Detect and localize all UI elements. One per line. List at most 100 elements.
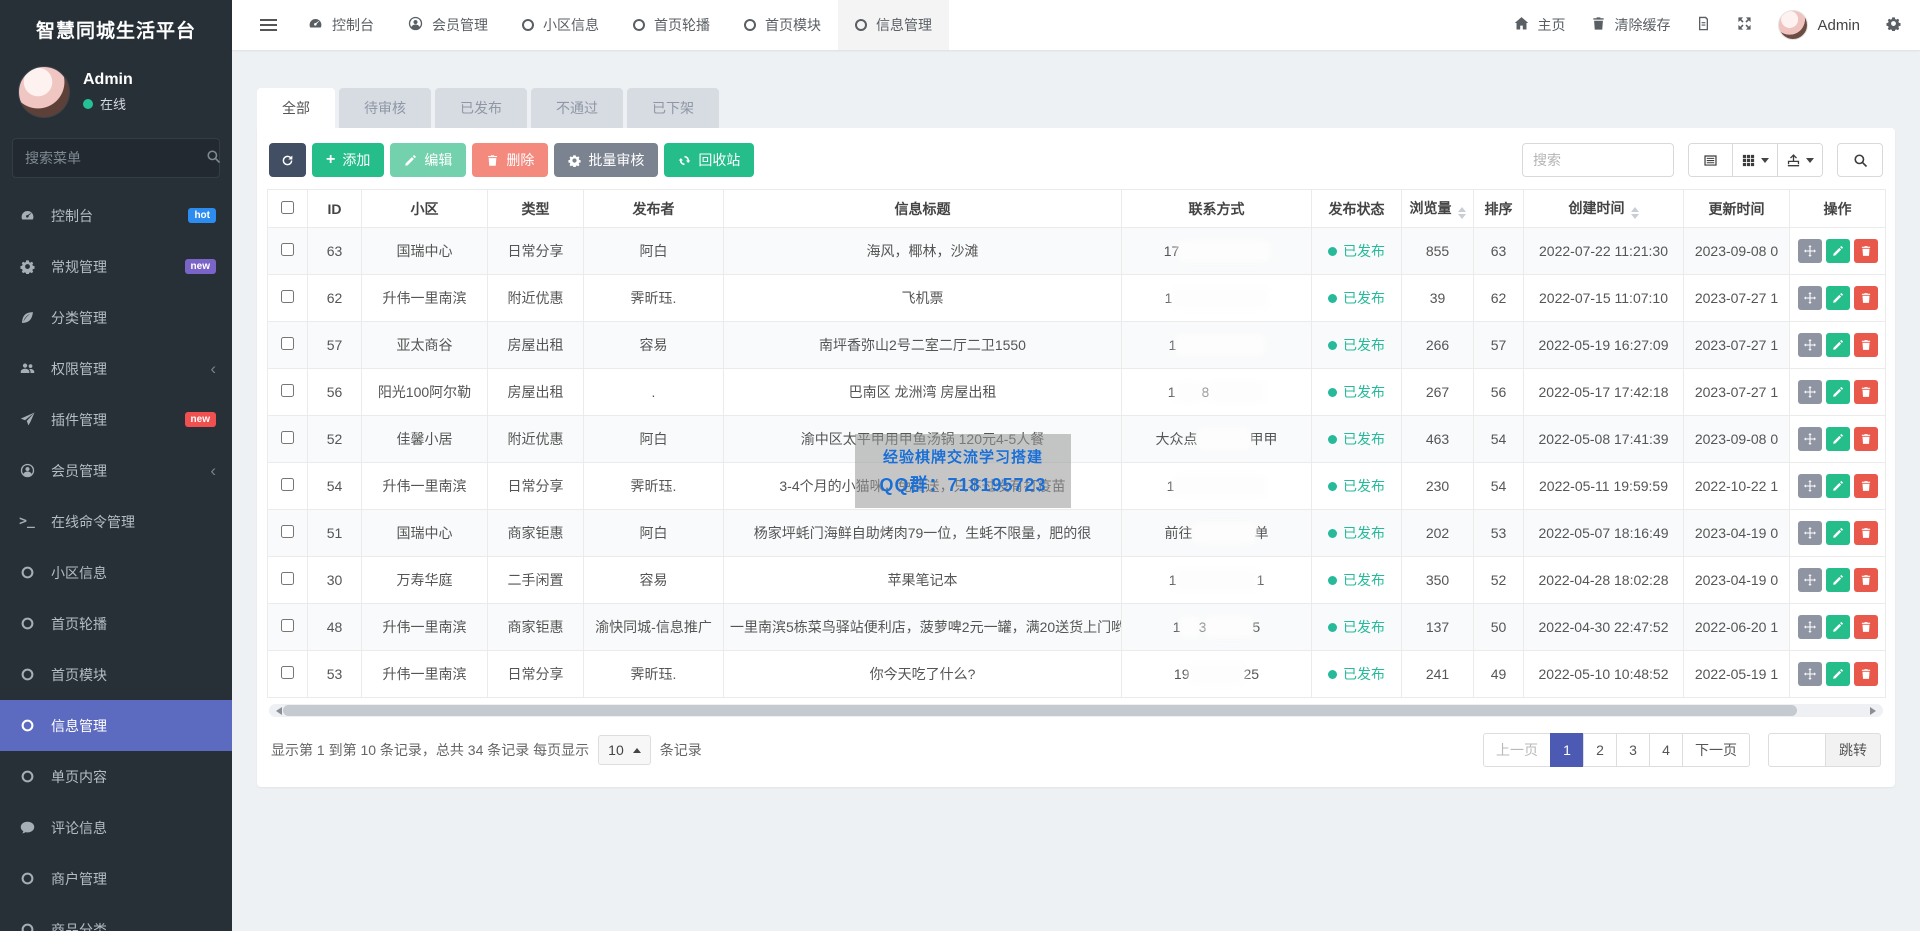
page-button-4[interactable]: 4 <box>1649 733 1683 767</box>
detail-view-button[interactable] <box>1689 144 1733 176</box>
move-button[interactable] <box>1798 286 1822 310</box>
jump-page-input[interactable] <box>1768 733 1826 767</box>
next-page-button[interactable]: 下一页 <box>1682 733 1750 767</box>
edit-row-button[interactable] <box>1826 521 1850 545</box>
delete-row-button[interactable] <box>1854 474 1878 498</box>
row-checkbox[interactable] <box>281 384 294 397</box>
tab-pending[interactable]: 待审核 <box>339 88 431 128</box>
tab-rejected[interactable]: 不通过 <box>531 88 623 128</box>
scroll-right-icon[interactable] <box>1870 707 1880 715</box>
nav-tab-info[interactable]: 信息管理 <box>838 0 949 50</box>
move-button[interactable] <box>1798 427 1822 451</box>
tab-published[interactable]: 已发布 <box>435 88 527 128</box>
batch-audit-button[interactable]: 批量审核 <box>554 143 659 177</box>
delete-row-button[interactable] <box>1854 239 1878 263</box>
move-button[interactable] <box>1798 239 1822 263</box>
scrollbar-thumb[interactable] <box>283 705 1797 716</box>
sidebar-item-merchant[interactable]: 商户管理 <box>0 853 232 904</box>
scroll-left-icon[interactable] <box>272 707 282 715</box>
nav-tab-module[interactable]: 首页模块 <box>727 0 838 50</box>
sidebar-item-console[interactable]: 控制台 hot <box>0 190 232 241</box>
select-all-checkbox[interactable] <box>281 200 294 214</box>
delete-row-button[interactable] <box>1854 521 1878 545</box>
sidebar-item-permission[interactable]: 权限管理 ‹ <box>0 343 232 394</box>
sidebar-item-banner[interactable]: 首页轮播 <box>0 598 232 649</box>
sidebar-item-community[interactable]: 小区信息 <box>0 547 232 598</box>
search-button[interactable] <box>1837 143 1883 177</box>
edit-row-button[interactable] <box>1826 662 1850 686</box>
log-button[interactable] <box>1683 0 1724 50</box>
row-checkbox[interactable] <box>281 290 294 303</box>
sort-toggle[interactable] <box>1457 207 1466 219</box>
row-checkbox[interactable] <box>281 572 294 585</box>
sidebar-item-category[interactable]: 分类管理 <box>0 292 232 343</box>
edit-row-button[interactable] <box>1826 427 1850 451</box>
nav-tab-member[interactable]: 会员管理 <box>391 0 505 50</box>
home-link[interactable]: 主页 <box>1501 0 1578 50</box>
row-checkbox[interactable] <box>281 525 294 538</box>
row-checkbox[interactable] <box>281 431 294 444</box>
edit-row-button[interactable] <box>1826 615 1850 639</box>
menu-toggle-button[interactable] <box>246 0 291 50</box>
edit-row-button[interactable] <box>1826 380 1850 404</box>
edit-row-button[interactable] <box>1826 239 1850 263</box>
tab-all[interactable]: 全部 <box>257 88 335 128</box>
sidebar-item-goods[interactable]: 商品分类 <box>0 904 232 931</box>
prev-page-button[interactable]: 上一页 <box>1483 733 1551 767</box>
page-button-2[interactable]: 2 <box>1583 733 1617 767</box>
move-button[interactable] <box>1798 568 1822 592</box>
nav-tab-banner[interactable]: 首页轮播 <box>616 0 727 50</box>
export-button[interactable] <box>1778 144 1822 176</box>
sidebar-item-module[interactable]: 首页模块 <box>0 649 232 700</box>
table-search-input[interactable] <box>1522 143 1674 177</box>
columns-button[interactable] <box>1733 144 1778 176</box>
delete-row-button[interactable] <box>1854 568 1878 592</box>
edit-row-button[interactable] <box>1826 474 1850 498</box>
sidebar-item-member[interactable]: 会员管理 ‹ <box>0 445 232 496</box>
tab-offline[interactable]: 已下架 <box>627 88 719 128</box>
edit-row-button[interactable] <box>1826 286 1850 310</box>
account-menu[interactable]: Admin <box>1765 0 1873 50</box>
sidebar-item-command[interactable]: >_ 在线命令管理 <box>0 496 232 547</box>
delete-row-button[interactable] <box>1854 333 1878 357</box>
add-button[interactable]: + 添加 <box>312 143 385 177</box>
sidebar-item-general[interactable]: 常规管理 new <box>0 241 232 292</box>
fullscreen-button[interactable] <box>1724 0 1765 50</box>
delete-row-button[interactable] <box>1854 662 1878 686</box>
move-button[interactable] <box>1798 333 1822 357</box>
sidebar-item-plugin[interactable]: 插件管理 new <box>0 394 232 445</box>
delete-row-button[interactable] <box>1854 427 1878 451</box>
edit-button[interactable]: 编辑 <box>390 143 467 177</box>
edit-row-button[interactable] <box>1826 333 1850 357</box>
move-button[interactable] <box>1798 615 1822 639</box>
row-checkbox[interactable] <box>281 337 294 350</box>
page-button-1[interactable]: 1 <box>1550 733 1584 767</box>
move-button[interactable] <box>1798 380 1822 404</box>
recycle-button[interactable]: 回收站 <box>664 143 755 177</box>
row-checkbox[interactable] <box>281 666 294 679</box>
delete-row-button[interactable] <box>1854 286 1878 310</box>
sidebar-item-info[interactable]: 信息管理 <box>0 700 232 751</box>
sort-toggle[interactable] <box>1630 207 1639 219</box>
delete-button[interactable]: 删除 <box>472 143 549 177</box>
sidebar-item-comment[interactable]: 评论信息 <box>0 802 232 853</box>
row-checkbox[interactable] <box>281 243 294 256</box>
jump-button[interactable]: 跳转 <box>1826 733 1881 767</box>
settings-button[interactable] <box>1873 0 1914 50</box>
page-button-3[interactable]: 3 <box>1616 733 1650 767</box>
nav-tab-community[interactable]: 小区信息 <box>505 0 616 50</box>
page-size-select[interactable]: 10 <box>598 735 651 765</box>
delete-row-button[interactable] <box>1854 380 1878 404</box>
edit-row-button[interactable] <box>1826 568 1850 592</box>
refresh-button[interactable] <box>269 143 306 177</box>
sidebar-item-page[interactable]: 单页内容 <box>0 751 232 802</box>
move-button[interactable] <box>1798 521 1822 545</box>
clear-cache-link[interactable]: 清除缓存 <box>1578 0 1683 50</box>
nav-tab-console[interactable]: 控制台 <box>291 0 391 50</box>
move-button[interactable] <box>1798 474 1822 498</box>
sidebar-search-input[interactable] <box>25 150 206 166</box>
row-checkbox[interactable] <box>281 478 294 491</box>
row-checkbox[interactable] <box>281 619 294 632</box>
delete-row-button[interactable] <box>1854 615 1878 639</box>
move-button[interactable] <box>1798 662 1822 686</box>
